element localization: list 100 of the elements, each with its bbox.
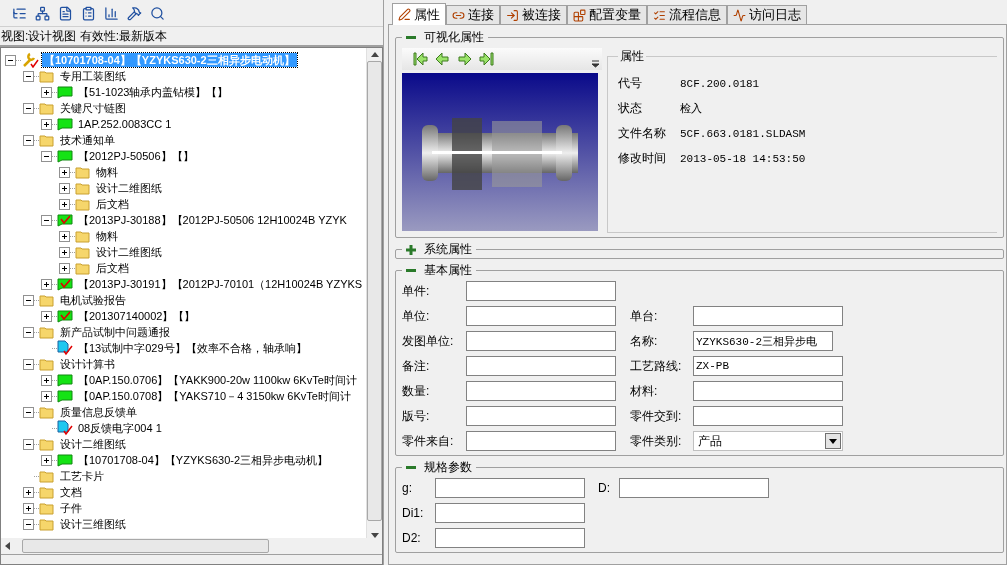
overflow-chevron-icon[interactable]	[591, 59, 600, 68]
collapse-toggle[interactable]	[23, 406, 34, 418]
tree-item[interactable]: 08反馈电字004 1	[76, 421, 164, 435]
expand-toggle[interactable]	[41, 118, 52, 130]
text-field[interactable]	[466, 406, 616, 426]
text-field[interactable]: ZX-PB	[693, 356, 843, 376]
text-field[interactable]	[435, 528, 585, 548]
collapse-toggle[interactable]	[5, 54, 16, 66]
tree-item[interactable]: 设计二维图纸	[94, 245, 164, 259]
tree-item[interactable]: 【0AP.150.0706】【YAKK900-20w 1100kw 6KvTe时间计	[76, 373, 359, 387]
expand-toggle[interactable]	[41, 390, 52, 402]
expand-toggle[interactable]	[59, 230, 70, 242]
folder-icon	[75, 165, 91, 179]
scroll-up-icon[interactable]	[370, 52, 379, 57]
toolbar-button[interactable]	[102, 4, 120, 22]
text-field[interactable]	[466, 331, 616, 351]
scroll-left-icon[interactable]	[5, 542, 10, 550]
first-button[interactable]	[412, 51, 429, 67]
expand-toggle[interactable]	[59, 166, 70, 178]
tree-item[interactable]: 物料	[94, 165, 120, 179]
expand-toggle[interactable]	[59, 198, 70, 210]
tab[interactable]: 流程信息	[647, 5, 727, 24]
vertical-scrollbar[interactable]	[366, 48, 382, 538]
toolbar-button[interactable]	[33, 4, 51, 22]
field-label: 单位:	[402, 307, 431, 325]
text-field[interactable]	[435, 478, 585, 498]
expand-toggle[interactable]	[23, 486, 34, 498]
tree-item[interactable]: 【2013PJ-30191】【2012PJ-70101（12H10024B YZYKS	[76, 277, 365, 291]
expand-toggle[interactable]	[41, 374, 52, 386]
toolbar-button[interactable]	[148, 4, 166, 22]
tree-item[interactable]: 文档	[58, 485, 84, 499]
tree-item[interactable]: 【0AP.150.0708】【YAKS710－4 3150kw 6KvTe时间计	[76, 389, 353, 403]
collapse-toggle[interactable]	[41, 214, 52, 226]
collapse-toggle[interactable]	[23, 70, 34, 82]
collapse-toggle[interactable]	[23, 438, 34, 450]
tree-item[interactable]: 物料	[94, 229, 120, 243]
previous-button[interactable]	[434, 51, 451, 67]
tree-item[interactable]: 设计三维图纸	[58, 517, 128, 531]
toolbar-button[interactable]	[125, 4, 143, 22]
tree-item[interactable]: 【51-1023轴承内盖钻模】【】	[76, 85, 231, 99]
last-button[interactable]	[478, 51, 495, 67]
tab[interactable]: 配置变量	[567, 5, 647, 24]
expand-toggle[interactable]	[41, 278, 52, 290]
collapse-toggle[interactable]	[23, 294, 34, 306]
text-field[interactable]	[619, 478, 769, 498]
folder-icon	[39, 325, 55, 339]
text-field[interactable]	[693, 406, 843, 426]
tab[interactable]: 连接	[446, 5, 500, 24]
expand-icon[interactable]	[406, 244, 416, 255]
tree-item[interactable]: 新产品试制中问题通报	[58, 325, 172, 339]
tree-item[interactable]: 【201307140002】【】	[76, 309, 198, 323]
tree-item[interactable]: 子件	[58, 501, 84, 515]
text-field[interactable]	[466, 281, 616, 301]
expand-toggle[interactable]	[59, 182, 70, 194]
tree-item[interactable]: 【13试制中字029号】【效率不合格，轴承响】	[76, 341, 309, 355]
expand-toggle[interactable]	[23, 502, 34, 514]
tab[interactable]: 属性	[392, 3, 446, 25]
collapse-toggle[interactable]	[41, 150, 52, 162]
tree-item[interactable]: 质量信息反馈单	[58, 405, 139, 419]
dropdown-field[interactable]: 产品	[693, 431, 843, 451]
text-field[interactable]	[466, 306, 616, 326]
tree-item[interactable]: 工艺卡片	[58, 469, 106, 483]
collapse-toggle[interactable]	[23, 358, 34, 370]
tab[interactable]: 被连接	[500, 5, 567, 24]
expand-toggle[interactable]	[59, 246, 70, 258]
tree-item[interactable]: 【2013PJ-30188】【2012PJ-50506 12H10024B YZYK	[76, 213, 349, 227]
tree-item[interactable]: 专用工装图纸	[58, 69, 128, 83]
collapse-toggle[interactable]	[23, 134, 34, 146]
field-label: 单件:	[402, 282, 431, 300]
collapse-toggle[interactable]	[23, 102, 34, 114]
tab[interactable]: 访问日志	[727, 5, 807, 24]
expand-toggle[interactable]	[41, 86, 52, 98]
tree-item[interactable]: 设计二维图纸	[58, 437, 128, 451]
next-button[interactable]	[456, 51, 473, 67]
scroll-down-icon[interactable]	[370, 533, 379, 538]
tree-item[interactable]: 【2012PJ-50506】【】	[76, 149, 196, 163]
tree-item[interactable]: 电机试验报告	[58, 293, 128, 307]
text-field[interactable]	[466, 356, 616, 376]
tree-item[interactable]: 设计计算书	[58, 357, 117, 371]
collapse-toggle[interactable]	[23, 326, 34, 338]
group-title: 系统属性	[424, 241, 472, 258]
left-arrow-icon	[434, 51, 451, 67]
tree-item[interactable]: 1AP.252.0083CC 1	[76, 117, 174, 131]
text-field[interactable]	[693, 381, 843, 401]
tree-item[interactable]: 后文档	[94, 197, 131, 211]
text-field[interactable]	[435, 503, 585, 523]
collapse-toggle[interactable]	[23, 518, 34, 530]
text-field[interactable]	[466, 381, 616, 401]
tree-item[interactable]: 后文档	[94, 261, 131, 275]
tree-item[interactable]: 【10701708-04】【YZYKS630-2三相异步电动机】	[76, 453, 331, 467]
tree-item[interactable]: 技术通知单	[58, 133, 117, 147]
tree-item[interactable]: 关键尺寸链图	[58, 101, 128, 115]
expand-toggle[interactable]	[41, 454, 52, 466]
expand-toggle[interactable]	[59, 262, 70, 274]
checklist-icon	[653, 8, 666, 22]
text-field[interactable]	[466, 431, 616, 451]
text-field[interactable]	[693, 306, 843, 326]
text-field[interactable]: YZYKS630-2三相异步电	[693, 331, 833, 351]
expand-toggle[interactable]	[41, 310, 52, 322]
tree-item[interactable]: 设计二维图纸	[94, 181, 164, 195]
